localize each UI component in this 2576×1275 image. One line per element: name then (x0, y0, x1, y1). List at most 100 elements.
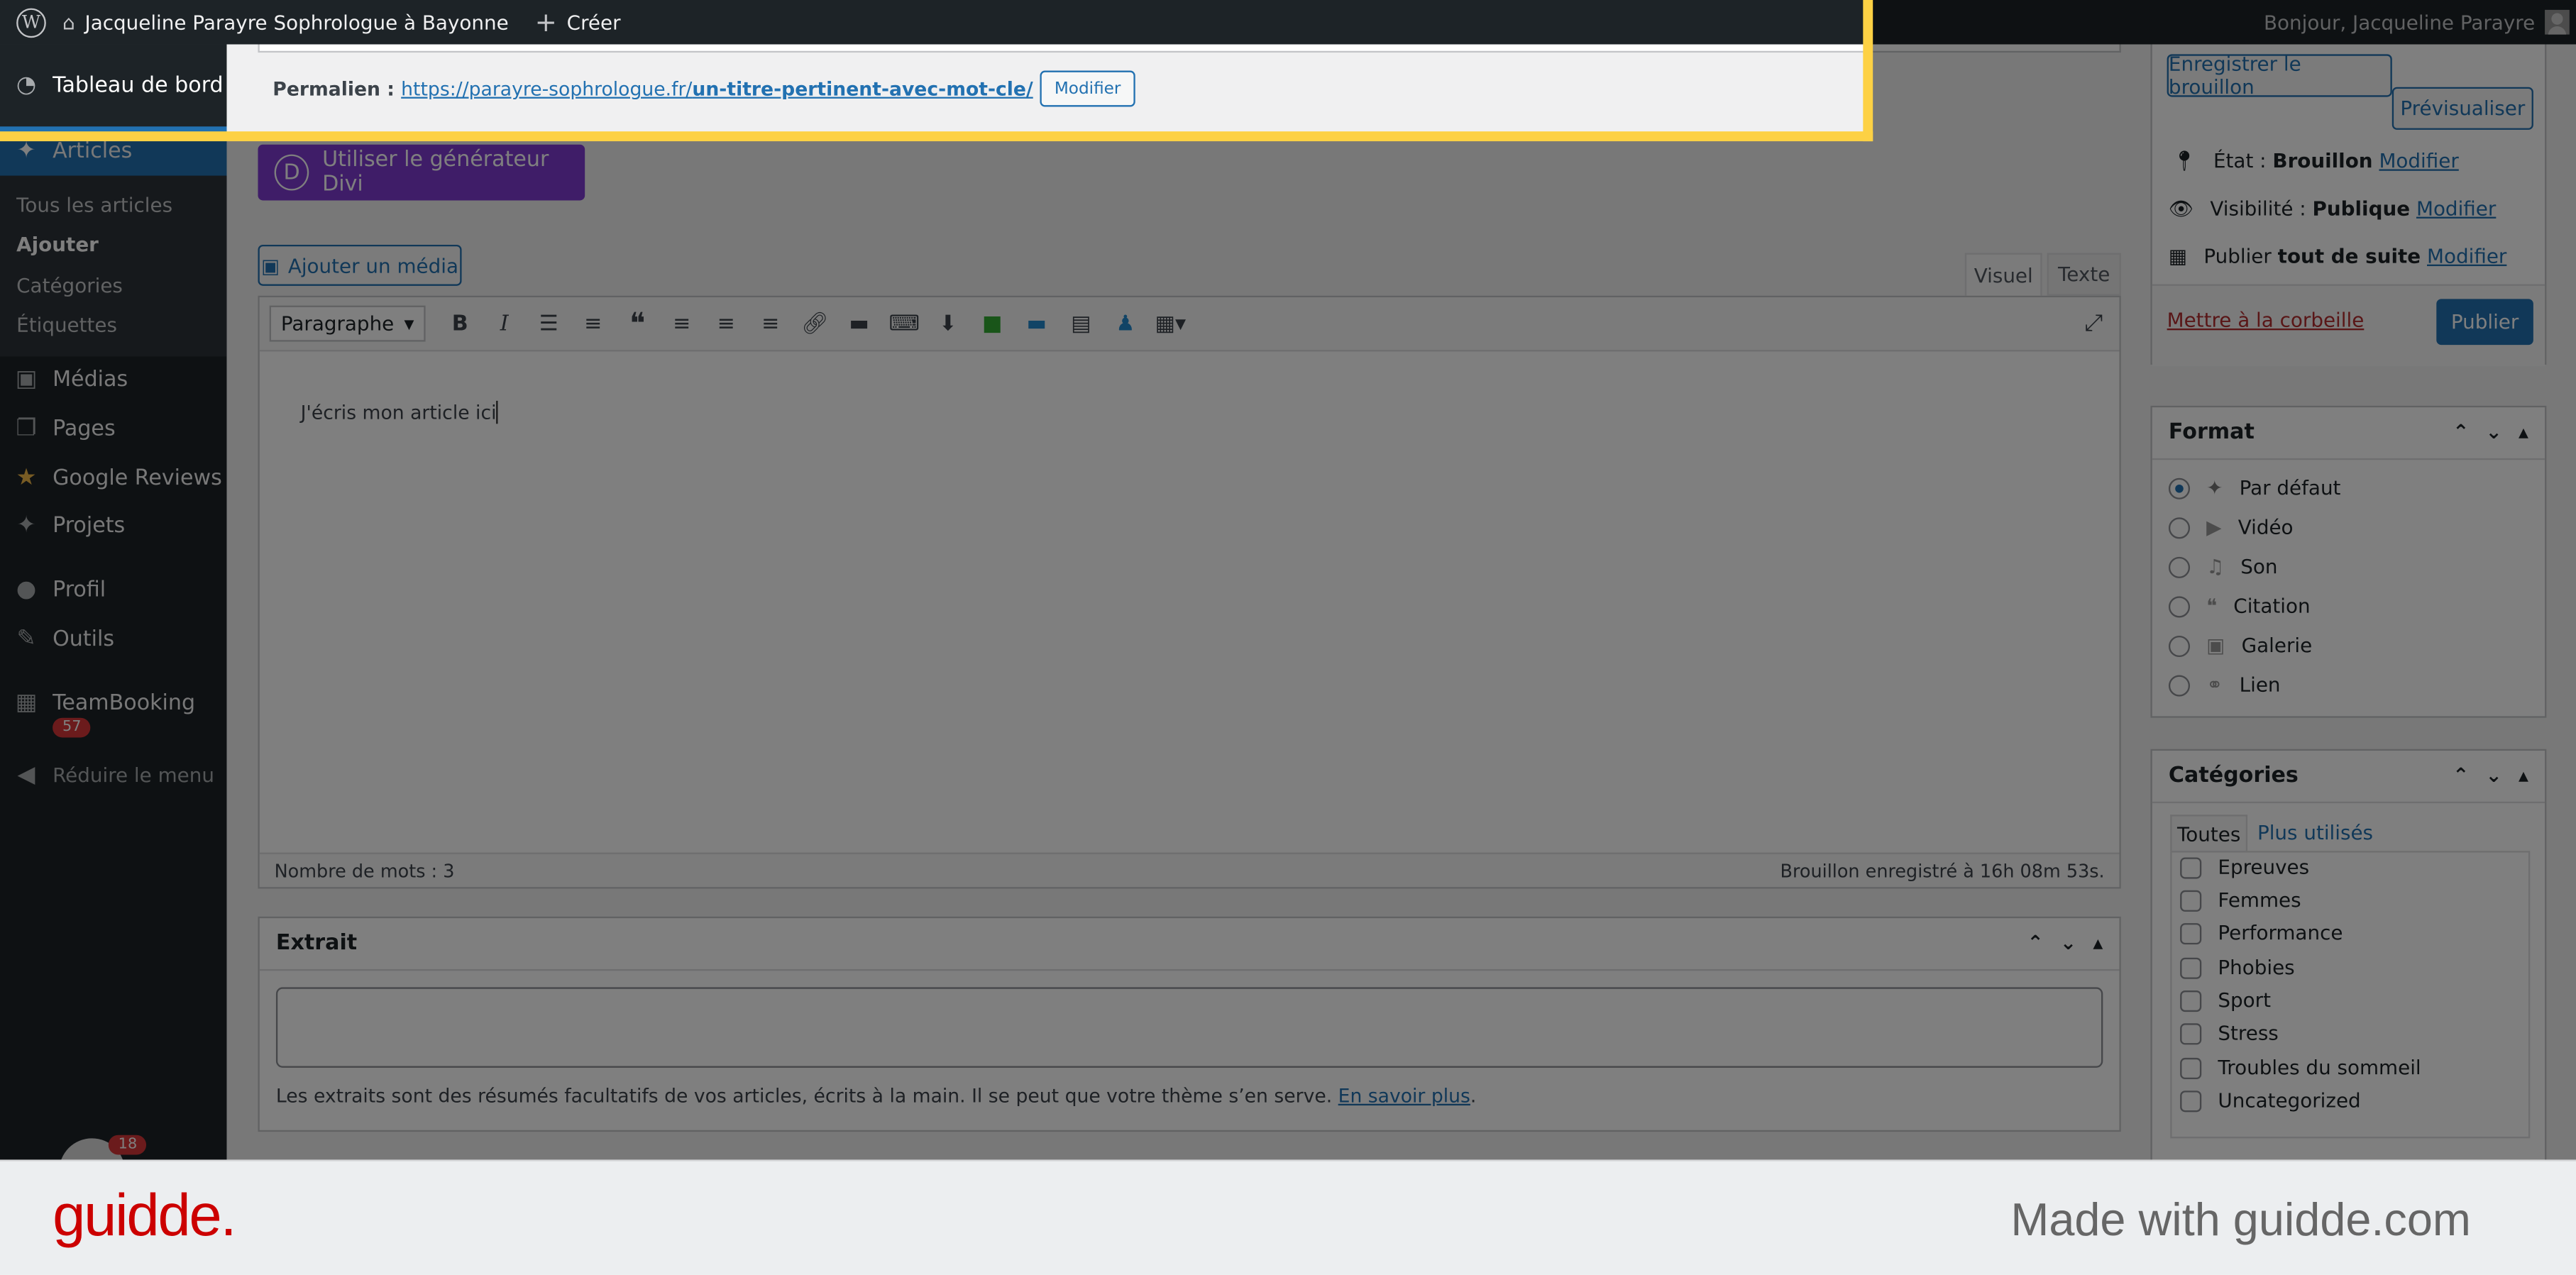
quote-icon: ❝ (2206, 595, 2218, 618)
preview-button[interactable]: Prévisualiser (2391, 87, 2533, 130)
format-option[interactable]: ♫ Son (2168, 556, 2278, 578)
category-item[interactable]: Epreuves (2180, 856, 2309, 879)
text-block-icon[interactable]: ▤ (1066, 311, 1096, 336)
collapse-toggle-icon[interactable]: ▴ (2519, 764, 2528, 787)
calendar-icon: ▦ (2168, 244, 2188, 268)
menu-medias[interactable]: ▣ Médias (0, 355, 226, 404)
menu-projets[interactable]: ✦ Projets (0, 501, 226, 550)
toolbar-toggle-icon[interactable]: ⌨︎ (888, 311, 919, 336)
plus-icon: + (534, 6, 557, 38)
align-right-icon[interactable]: ≡ (756, 311, 786, 336)
wrench-icon: ✎ (16, 626, 36, 653)
fullscreen-icon[interactable]: ⤢ (2084, 311, 2103, 337)
publish-button[interactable]: Publier (2436, 299, 2533, 346)
learn-more-link[interactable]: En savoir plus (1338, 1084, 1470, 1107)
submenu-tags[interactable]: Étiquettes (16, 314, 117, 336)
format-option[interactable]: ❝ Citation (2168, 595, 2311, 618)
format-option[interactable]: ⚭ Lien (2168, 673, 2281, 697)
teambooking-badge: 57 (53, 717, 92, 738)
category-item[interactable]: Sport (2180, 989, 2271, 1012)
category-item[interactable]: Troubles du sommeil (2180, 1056, 2421, 1079)
add-media-button[interactable]: ▣ Ajouter un média (258, 244, 462, 286)
tab-text[interactable]: Texte (2047, 253, 2121, 296)
align-center-icon[interactable]: ≡ (711, 311, 741, 336)
category-item[interactable]: Femmes (2180, 888, 2301, 912)
download-icon[interactable]: ⬇︎ (933, 311, 963, 336)
menu-pages[interactable]: ❐ Pages (0, 404, 226, 453)
create-new-link[interactable]: + Créer (535, 6, 621, 38)
dashboard-icon: ◔ (16, 72, 37, 99)
move-down-icon[interactable]: ⌄ (2486, 764, 2502, 787)
menu-articles[interactable]: ✦ Articles (0, 126, 227, 176)
collapse-toggle-icon[interactable]: ▴ (2093, 932, 2103, 954)
editor-content[interactable]: J'écris mon article ici (260, 351, 2120, 854)
divi-builder-button[interactable]: D Utiliser le générateur Divi (258, 144, 585, 201)
wordpress-logo-icon[interactable]: W (16, 7, 46, 38)
editor-status-bar: Nombre de mots : 3 Brouillon enregistré … (259, 852, 2120, 888)
move-up-icon[interactable]: ⌃ (2453, 421, 2469, 443)
eye-icon: 👁︎ (2168, 197, 2194, 221)
admin-sidebar: ◔ Tableau de bord ✦ Articles Tous les arti… (0, 44, 227, 1275)
submenu-add[interactable]: Ajouter (16, 233, 99, 256)
site-name-link[interactable]: ⌂ Jacqueline Parayre Sophrologue à Bayonn… (62, 11, 509, 33)
excerpt-textarea[interactable] (275, 987, 2103, 1068)
move-up-icon[interactable]: ⌃ (2027, 932, 2043, 954)
button-icon[interactable]: ▬ (1022, 311, 1052, 336)
menu-profil[interactable]: ● Profil (0, 565, 226, 614)
collapse-toggle-icon[interactable]: ▴ (2519, 421, 2528, 443)
menu-outils[interactable]: ✎ Outils (0, 614, 226, 663)
format-option[interactable]: ✦ Par défaut (2168, 476, 2340, 499)
menu-dashboard[interactable]: ◔ Tableau de bord (0, 61, 226, 110)
edit-status-link[interactable]: Modifier (2379, 150, 2458, 172)
person-icon[interactable]: ♟ (1111, 311, 1140, 336)
tab-popular-categories[interactable]: Plus utilisés (2257, 822, 2373, 844)
italic-icon[interactable]: I (490, 311, 519, 336)
collapse-menu-button[interactable]: ◀ Réduire le menu (0, 751, 226, 800)
read-more-icon[interactable]: ▬ (844, 311, 874, 336)
tab-all-categories[interactable]: Toutes (2170, 815, 2248, 851)
move-up-icon[interactable]: ⌃ (2453, 764, 2469, 787)
excerpt-panel: Extrait ⌃ ⌄ ▴ Les extraits sont des résumé… (258, 916, 2121, 1132)
category-item[interactable]: Performance (2180, 922, 2343, 944)
guidde-footer: guidde. Made with guidde.com (0, 1159, 2576, 1275)
excerpt-help: Les extraits sont des résumés facultatif… (275, 1083, 1477, 1108)
category-item[interactable]: Stress (2180, 1022, 2279, 1044)
format-select[interactable]: Paragraphe ▾ (269, 305, 426, 342)
format-option[interactable]: ▶ Vidéo (2168, 516, 2294, 539)
blockquote-icon[interactable]: ❝ (622, 307, 652, 341)
link-icon[interactable]: 🔗︎ (800, 311, 830, 336)
bold-icon[interactable]: B (445, 311, 475, 336)
submenu-all-articles[interactable]: Tous les articles (16, 194, 172, 216)
align-left-icon[interactable]: ≡ (667, 311, 697, 336)
permalink-edit-button[interactable]: Modifier (1039, 70, 1136, 107)
submenu-categories[interactable]: Catégories (16, 275, 123, 297)
numbered-list-icon[interactable]: ≡ (578, 311, 608, 336)
category-item[interactable]: Phobies (2180, 956, 2295, 979)
save-draft-button[interactable]: Enregistrer le brouillon (2167, 53, 2392, 99)
user-icon: ● (16, 576, 37, 603)
move-down-icon[interactable]: ⌄ (2060, 932, 2076, 954)
pin-icon: ✦ (16, 138, 36, 165)
shapes-icon[interactable]: ■ (977, 311, 1007, 336)
pin-icon: ✦ (16, 512, 36, 539)
excerpt-title: Extrait (275, 931, 358, 956)
link-icon: ⚭ (2206, 673, 2223, 697)
table-icon[interactable]: ▦▾ (1155, 311, 1187, 336)
edit-visibility-link[interactable]: Modifier (2416, 197, 2496, 220)
move-down-icon[interactable]: ⌄ (2486, 421, 2502, 443)
tab-visual[interactable]: Visuel (1964, 253, 2042, 296)
category-item[interactable]: Uncategorized (2180, 1089, 2361, 1112)
menu-teambooking[interactable]: ▦ TeamBooking (0, 678, 226, 727)
format-option[interactable]: ▣ Galerie (2168, 634, 2312, 658)
permalink-url[interactable]: https://parayre-sophrologue.fr/un-titre-… (401, 77, 1033, 100)
account-menu[interactable]: Bonjour, Jacqueline Parayre (2264, 9, 2570, 35)
edit-schedule-link[interactable]: Modifier (2427, 245, 2506, 267)
format-panel: Format ⌃ ⌄ ▴ ✦ Par défaut ▶ Vidéo ♫ Son ❝ Cita… (2150, 405, 2547, 718)
draft-saved-status: Brouillon enregistré à 16h 08m 53s. (1780, 859, 2105, 882)
media-icon: ▣ (15, 366, 38, 393)
bullet-list-icon[interactable]: ☰ (534, 311, 563, 336)
menu-google-reviews[interactable]: ★ Google Reviews (0, 453, 226, 502)
categories-list: Epreuves Femmes Performance Phobies Spor… (2170, 851, 2531, 1139)
trash-link[interactable]: Mettre à la corbeille (2167, 309, 2365, 331)
gallery-icon: ▣ (2206, 634, 2225, 658)
